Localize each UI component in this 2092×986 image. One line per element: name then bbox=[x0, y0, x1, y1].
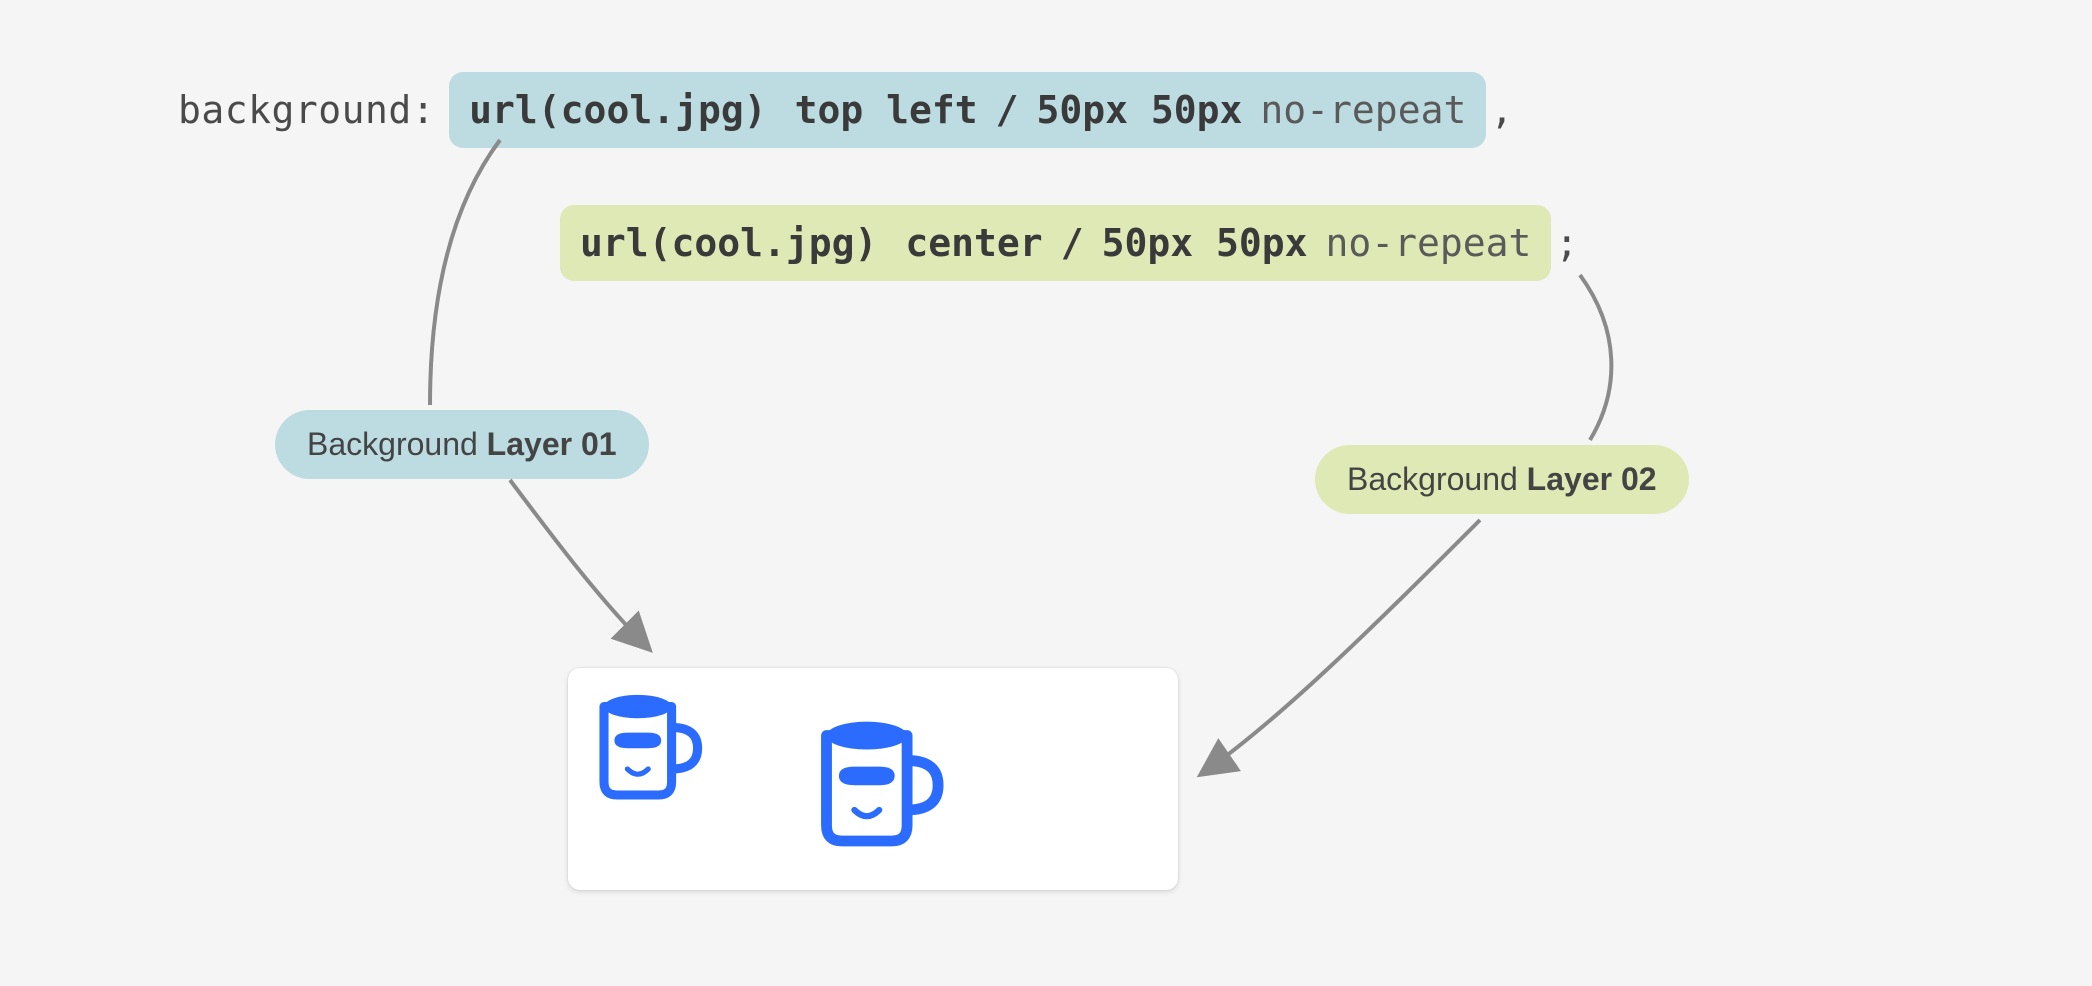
layer-1-label-prefix: Background bbox=[307, 426, 487, 462]
layer-2-label-bold: Layer 02 bbox=[1527, 461, 1657, 497]
css-property: background: bbox=[178, 88, 435, 132]
layer-2-repeat: no-repeat bbox=[1326, 221, 1532, 265]
mug-center bbox=[796, 702, 951, 857]
layer-1-code-box: url(cool.jpg) top left / 50px 50px no-re… bbox=[449, 72, 1486, 148]
layer-2-label: Background Layer 02 bbox=[1315, 445, 1689, 514]
layer-1-slash: / bbox=[996, 88, 1019, 132]
layer-2-size: 50px 50px bbox=[1102, 221, 1308, 265]
layer-1-comma: , bbox=[1486, 88, 1517, 132]
css-declaration-line-2: url(cool.jpg) center / 50px 50px no-repe… bbox=[560, 205, 1582, 281]
layer-2-semicolon: ; bbox=[1551, 221, 1582, 265]
layer-1-size: 50px 50px bbox=[1037, 88, 1243, 132]
layer-2-position: center bbox=[905, 221, 1042, 265]
layer-1-label-bold: Layer 01 bbox=[487, 426, 617, 462]
mug-top-left bbox=[578, 678, 708, 808]
layer-1-repeat: no-repeat bbox=[1260, 88, 1466, 132]
layer-2-slash: / bbox=[1061, 221, 1084, 265]
layer-1-label: Background Layer 01 bbox=[275, 410, 649, 479]
layer-1-url: url(cool.jpg) bbox=[469, 88, 766, 132]
layer-2-label-prefix: Background bbox=[1347, 461, 1527, 497]
css-declaration-line-1: background: url(cool.jpg) top left / 50p… bbox=[178, 72, 1517, 148]
layer-2-code-box: url(cool.jpg) center / 50px 50px no-repe… bbox=[560, 205, 1551, 281]
css-preview-box bbox=[568, 668, 1178, 890]
layer-1-position: top left bbox=[795, 88, 978, 132]
layer-2-url: url(cool.jpg) bbox=[580, 221, 877, 265]
